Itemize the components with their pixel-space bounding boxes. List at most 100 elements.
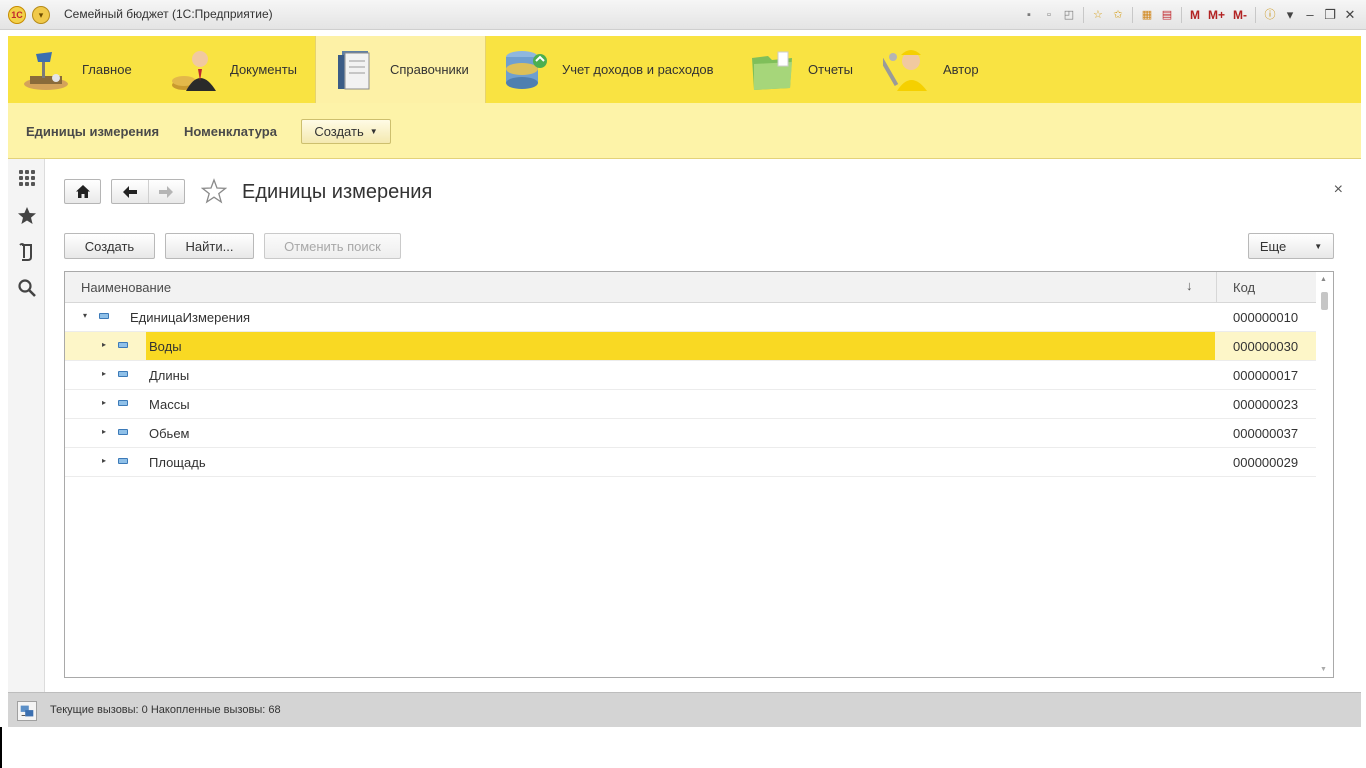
group-folder-icon xyxy=(118,458,128,464)
add-to-favorites-star-icon[interactable] xyxy=(201,178,227,204)
create-menu-label: Создать xyxy=(314,124,364,139)
function-menu-icon[interactable] xyxy=(17,168,37,188)
nav-link-units[interactable]: Единицы измерения xyxy=(26,124,159,139)
table-row[interactable]: ▸ Воды 000000030 xyxy=(65,332,1317,361)
row-code: 000000010 xyxy=(1233,310,1299,325)
favorites-icon[interactable]: ✩ xyxy=(1110,7,1126,23)
desk-lamp-icon xyxy=(22,47,70,93)
section-author[interactable]: Автор xyxy=(883,36,993,103)
row-code: 000000023 xyxy=(1233,397,1299,412)
group-folder-icon xyxy=(118,371,128,377)
table-row[interactable]: ▸ Обьем 000000037 xyxy=(65,419,1317,448)
table-row-root[interactable]: ▾ ЕдиницаИзмерения 000000010 xyxy=(65,303,1317,332)
dropdown-icon[interactable]: ▾ xyxy=(1282,7,1298,23)
column-divider xyxy=(1216,272,1217,303)
server-calls-icon[interactable] xyxy=(17,701,37,721)
list-form: Единицы измерения × Создать Найти... Отм… xyxy=(46,159,1361,692)
more-label: Еще xyxy=(1259,238,1287,254)
window-title: Семейный бюджет (1С:Предприятие) xyxy=(64,7,273,21)
back-forward-group xyxy=(111,179,185,204)
back-button[interactable] xyxy=(112,180,148,203)
preview-icon[interactable]: ◰ xyxy=(1061,7,1077,23)
section-catalogs[interactable]: Справочники xyxy=(315,36,486,103)
selected-cell-highlight xyxy=(146,332,1215,360)
section-income-expense[interactable]: Учет доходов и расходов xyxy=(502,36,732,103)
memory-minus-button[interactable]: M- xyxy=(1231,7,1249,23)
scroll-down-icon[interactable]: ▼ xyxy=(1320,666,1327,673)
row-code: 000000029 xyxy=(1233,455,1299,470)
screen-edge-line xyxy=(0,727,2,768)
minimize-icon[interactable]: – xyxy=(1302,7,1318,23)
book-icon xyxy=(330,47,378,93)
print-icon[interactable]: ▫ xyxy=(1041,7,1057,23)
create-menu-button[interactable]: Создать ▼ xyxy=(301,119,391,144)
arrow-left-icon xyxy=(122,185,137,198)
search-icon[interactable] xyxy=(17,278,37,298)
row-name: Воды xyxy=(149,339,182,354)
expand-arrow-icon[interactable]: ▸ xyxy=(102,369,106,378)
title-bar: 1С ▾ Семейный бюджет (1С:Предприятие) ▪ … xyxy=(0,0,1366,30)
table-row[interactable]: ▸ Массы 000000023 xyxy=(65,390,1317,419)
collapse-arrow-icon[interactable]: ▾ xyxy=(83,311,87,320)
toolbar-divider xyxy=(1255,7,1256,23)
section-label: Справочники xyxy=(390,62,469,77)
more-menu-button[interactable]: Еще ▼ xyxy=(1248,233,1334,259)
close-window-icon[interactable]: ✕ xyxy=(1342,7,1358,23)
home-button[interactable] xyxy=(64,179,101,204)
group-folder-icon xyxy=(118,429,128,435)
info-icon[interactable]: ⓘ xyxy=(1262,7,1278,23)
expand-arrow-icon[interactable]: ▸ xyxy=(102,340,106,349)
expand-arrow-icon[interactable]: ▸ xyxy=(102,398,106,407)
toolbar-divider xyxy=(1131,7,1133,23)
app-window: 1С ▾ Семейный бюджет (1С:Предприятие) ▪ … xyxy=(0,0,1366,768)
column-header-name[interactable]: Наименование xyxy=(81,280,171,295)
nav-link-nomenclature[interactable]: Номенклатура xyxy=(184,124,277,139)
sort-descending-icon: ↓ xyxy=(1186,278,1193,293)
scrollbar-thumb[interactable] xyxy=(1321,292,1328,310)
forward-button[interactable] xyxy=(147,180,184,203)
left-toolbar xyxy=(8,159,45,692)
businessman-coins-icon xyxy=(170,47,218,93)
history-icon[interactable] xyxy=(17,242,37,262)
toolbar-divider xyxy=(1082,7,1084,23)
vertical-scrollbar[interactable]: ▲ ▼ xyxy=(1316,272,1333,677)
worker-wrench-icon xyxy=(883,47,931,93)
title-toolbar: ▪ ▫ ◰ ☆ ✩ ▦ ▤ M M+ M- ⓘ ▾ – ❐ ✕ xyxy=(1021,5,1358,25)
group-folder-icon xyxy=(118,342,128,348)
favorites-star-icon[interactable] xyxy=(17,206,37,226)
favorites-add-icon[interactable]: ☆ xyxy=(1090,7,1106,23)
scroll-up-icon[interactable]: ▲ xyxy=(1320,276,1327,283)
group-folder-icon xyxy=(99,313,109,319)
1c-logo-icon: 1С xyxy=(8,6,26,24)
create-button[interactable]: Создать xyxy=(64,233,155,259)
row-code: 000000037 xyxy=(1233,426,1299,441)
main-menu-button[interactable]: ▾ xyxy=(32,6,50,24)
green-folder-icon xyxy=(748,47,796,93)
expand-arrow-icon[interactable]: ▸ xyxy=(102,456,106,465)
row-name: ЕдиницаИзмерения xyxy=(130,310,251,325)
row-name: Обьем xyxy=(149,426,190,441)
restore-icon[interactable]: ❐ xyxy=(1322,7,1338,23)
section-documents[interactable]: Документы xyxy=(170,36,315,103)
chevron-down-icon: ▼ xyxy=(369,127,378,136)
server-calls-text: Текущие вызовы: 0 Накопленные вызовы: 68 xyxy=(50,704,281,716)
row-name: Массы xyxy=(149,397,190,412)
section-label: Автор xyxy=(943,62,979,77)
section-main[interactable]: Главное xyxy=(22,36,147,103)
toolbar-divider xyxy=(1180,7,1182,23)
expand-arrow-icon[interactable]: ▸ xyxy=(102,427,106,436)
table-row[interactable]: ▸ Длины 000000017 xyxy=(65,361,1317,390)
cancel-search-button[interactable]: Отменить поиск xyxy=(264,233,401,259)
column-header-code[interactable]: Код xyxy=(1233,280,1255,295)
close-form-icon[interactable]: × xyxy=(1334,181,1343,199)
section-reports[interactable]: Отчеты xyxy=(748,36,858,103)
calculator-icon[interactable]: ▦ xyxy=(1139,7,1155,23)
section-label: Документы xyxy=(230,62,298,77)
memory-plus-button[interactable]: M+ xyxy=(1206,7,1227,23)
calendar-icon[interactable]: ▤ xyxy=(1159,7,1175,23)
units-table: Наименование ↓ Код ▾ ЕдиницаИзмерения 00… xyxy=(64,271,1334,678)
find-button[interactable]: Найти... xyxy=(165,233,254,259)
table-row[interactable]: ▸ Площадь 000000029 xyxy=(65,448,1317,477)
memory-m-button[interactable]: M xyxy=(1188,7,1202,23)
save-icon[interactable]: ▪ xyxy=(1021,7,1037,23)
